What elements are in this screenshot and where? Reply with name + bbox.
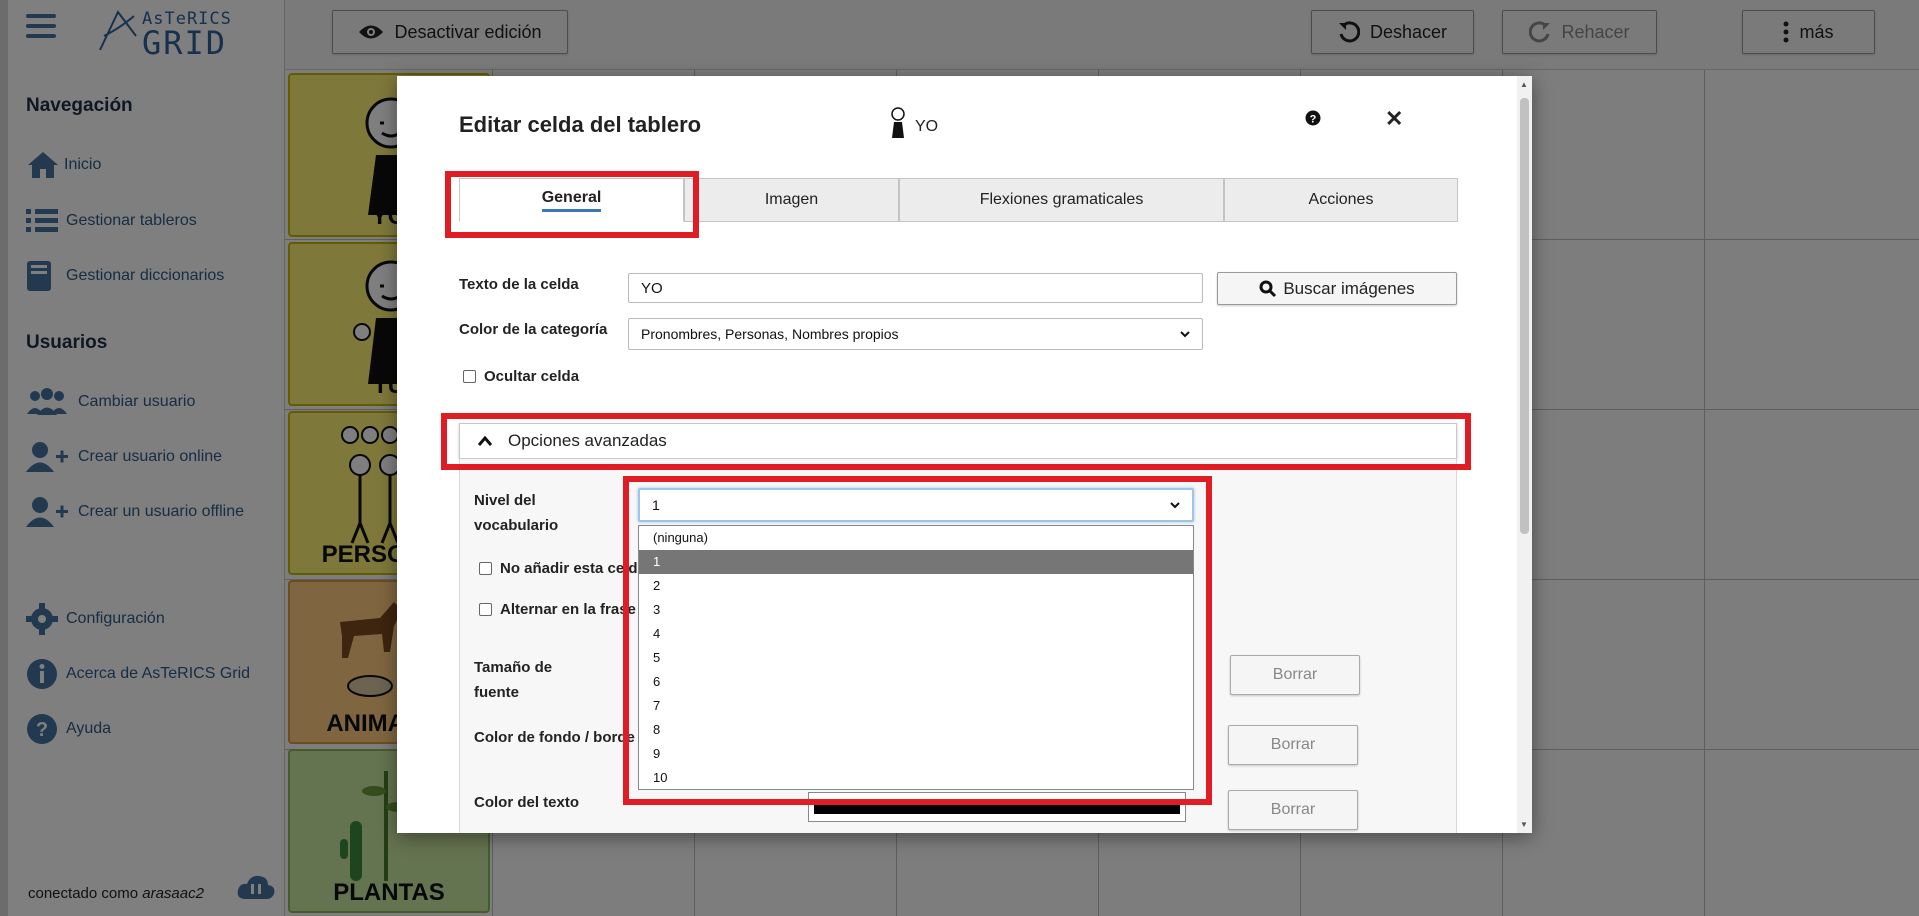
text-color-label: Color del texto	[474, 794, 580, 811]
tab-label: General	[541, 189, 602, 212]
dropdown-option-selected[interactable]: 1	[639, 550, 1193, 574]
search-images-label: Buscar imágenes	[1283, 278, 1415, 298]
scrollbar-thumb[interactable]	[1520, 98, 1529, 534]
advanced-options-toggle[interactable]: Opciones avanzadas	[459, 423, 1457, 459]
scroll-up-icon[interactable]: ▲	[1520, 80, 1528, 89]
cell-text-input[interactable]: YO	[628, 273, 1203, 303]
pictogram-thumbnail	[891, 107, 905, 138]
toggle-phrase-label: Alternar en la frase	[500, 601, 636, 618]
clear-bg-color-button[interactable]: Borrar	[1228, 725, 1358, 765]
chevron-down-icon	[1170, 501, 1180, 508]
chevron-up-icon	[478, 436, 492, 446]
category-color-select[interactable]: Pronombres, Personas, Nombres propios	[628, 318, 1203, 350]
dropdown-option[interactable]: 2	[639, 574, 1193, 598]
chevron-down-icon	[1180, 330, 1190, 337]
modal-tabs: General Imagen Flexiones gramaticales Ac…	[459, 178, 1458, 222]
toggle-phrase-checkbox[interactable]: Alternar en la frase	[479, 601, 636, 618]
close-icon[interactable]: ✕	[1385, 106, 1403, 132]
scroll-down-icon[interactable]: ▼	[1520, 820, 1528, 829]
no-add-checkbox[interactable]: No añadir esta celda	[479, 560, 646, 577]
tab-acciones[interactable]: Acciones	[1224, 178, 1458, 222]
vocab-level-value: 1	[652, 497, 660, 513]
dropdown-option[interactable]: 3	[639, 598, 1193, 622]
advanced-options-label: Opciones avanzadas	[508, 431, 667, 450]
dropdown-option[interactable]: 5	[639, 646, 1193, 670]
vocab-level-select[interactable]: 1	[638, 488, 1194, 522]
checkbox-box[interactable]	[479, 603, 492, 616]
category-color-value: Pronombres, Personas, Nombres propios	[641, 326, 899, 342]
cell-text-label: Texto de la celda	[459, 276, 579, 293]
help-icon[interactable]: ?	[1305, 110, 1321, 131]
dropdown-option[interactable]: (ninguna)	[639, 526, 1193, 550]
dropdown-option[interactable]: 9	[639, 742, 1193, 766]
modal-title: Editar celda del tablero	[459, 112, 702, 137]
no-add-label: No añadir esta celda	[500, 560, 646, 577]
dropdown-option[interactable]: 10	[639, 766, 1193, 790]
hide-cell-label: Ocultar celda	[484, 368, 580, 385]
tab-imagen[interactable]: Imagen	[684, 178, 899, 222]
tab-label: Imagen	[764, 191, 819, 208]
vocab-level-label: Nivel del vocabulario	[474, 492, 559, 534]
cell-preview: YO	[887, 106, 938, 138]
hide-cell-checkbox[interactable]: Ocultar celda	[463, 368, 579, 385]
category-color-label: Color de la categoría	[459, 321, 608, 338]
modal-scrollbar[interactable]: ▲ ▼	[1517, 76, 1532, 833]
tab-label: Flexiones gramaticales	[979, 191, 1144, 208]
edit-cell-modal: Editar celda del tablero YO ? ✕ General …	[397, 76, 1532, 833]
clear-font-size-button[interactable]: Borrar	[1230, 655, 1360, 695]
tab-label: Acciones	[1308, 191, 1374, 208]
search-images-button[interactable]: Buscar imágenes	[1217, 272, 1457, 305]
cell-preview-label: YO	[915, 118, 939, 135]
font-size-label: Tamaño de fuente	[474, 659, 553, 701]
svg-text:?: ?	[1310, 114, 1317, 126]
dropdown-option[interactable]: 4	[639, 622, 1193, 646]
dropdown-option[interactable]: 7	[639, 694, 1193, 718]
dropdown-option[interactable]: 6	[639, 670, 1193, 694]
tab-general[interactable]: General	[459, 178, 684, 222]
checkbox-box[interactable]	[463, 370, 476, 383]
search-icon	[1259, 280, 1277, 297]
checkbox-box[interactable]	[479, 562, 492, 575]
tab-flexiones-gramaticales[interactable]: Flexiones gramaticales	[899, 178, 1224, 222]
bg-color-label: Color de fondo / borde	[474, 729, 635, 746]
vocab-level-dropdown[interactable]: (ninguna) 1 2 3 4 5 6 7 8 9 10	[638, 525, 1194, 790]
dropdown-option[interactable]: 8	[639, 718, 1193, 742]
text-color-swatch	[814, 802, 1180, 814]
text-color-picker[interactable]	[808, 792, 1186, 822]
clear-text-color-button[interactable]: Borrar	[1228, 790, 1358, 830]
